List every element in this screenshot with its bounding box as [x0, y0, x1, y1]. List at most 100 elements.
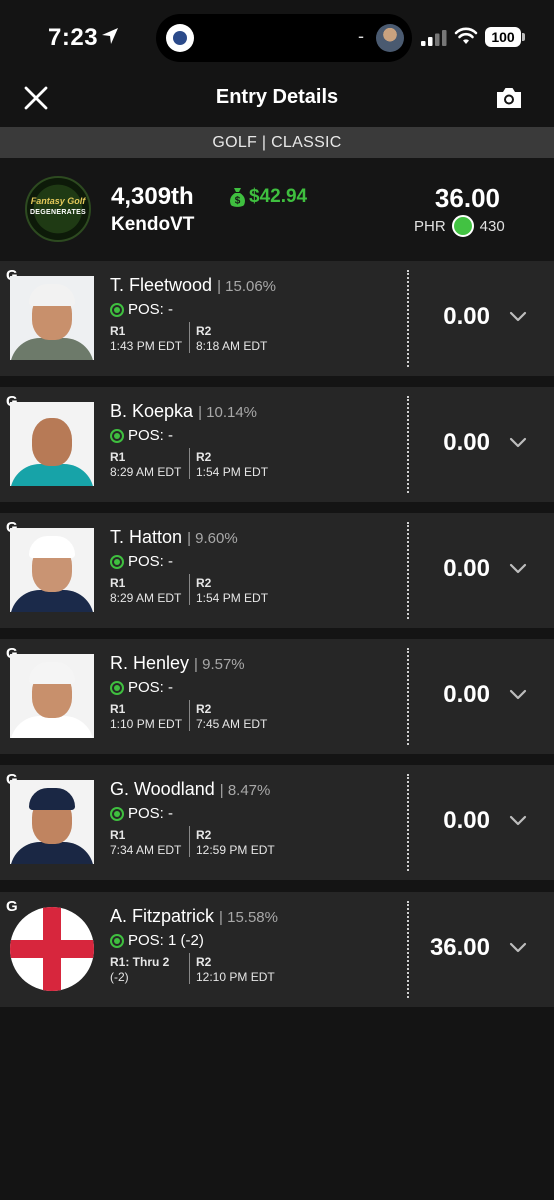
round-2-info: R2 7:45 AM EDT	[196, 702, 267, 732]
chevron-down-icon[interactable]	[509, 563, 527, 575]
battery-indicator: 100	[485, 27, 521, 47]
round-2-info: R2 12:59 PM EDT	[196, 828, 275, 858]
camera-icon[interactable]	[494, 84, 524, 112]
ownership-pct: | 9.57%	[194, 656, 245, 673]
score-divider	[407, 648, 409, 745]
chevron-down-icon[interactable]	[509, 437, 527, 449]
round-1-info: R1 8:29 AM EDT	[110, 450, 181, 480]
island-avatar	[376, 24, 404, 52]
player-photo	[10, 528, 94, 612]
round-divider	[189, 700, 190, 731]
player-score: 36.00	[429, 934, 490, 961]
prize-amount: $ $42.94	[229, 185, 307, 209]
live-status-icon	[110, 428, 124, 443]
round-2-time: 1:54 PM EDT	[196, 465, 269, 479]
round-2-info: R2 1:54 PM EDT	[196, 576, 268, 606]
phr-status-dot	[451, 215, 474, 237]
player-name-line: T. Fleetwood | 15.06%	[110, 275, 276, 296]
chevron-down-icon[interactable]	[509, 815, 527, 827]
player-row-5[interactable]: G G. Woodland | 8.47% POS: - R1 7:34 AM …	[0, 765, 554, 880]
dynamic-island[interactable]: -	[156, 14, 412, 62]
player-photo	[10, 402, 94, 486]
round-1-time: 1:43 PM EDT	[110, 339, 183, 353]
round-divider	[189, 448, 190, 479]
player-score: 0.00	[443, 429, 490, 456]
player-photo	[10, 276, 94, 360]
top-nav-bar: Entry Details	[0, 75, 554, 127]
live-status-icon	[110, 554, 124, 569]
player-row-4[interactable]: G R. Henley | 9.57% POS: - R1 1:10 PM ED…	[0, 639, 554, 754]
player-row-3[interactable]: G T. Hatton | 9.60% POS: - R1 8:29 AM ED…	[0, 513, 554, 628]
position-text: POS: -	[128, 679, 174, 696]
round-1-label: R1	[110, 828, 126, 842]
round-divider	[189, 826, 190, 857]
country-flag-england	[10, 907, 94, 991]
cellular-signal-icon	[421, 30, 447, 46]
score-divider	[407, 270, 409, 367]
page-title: Entry Details	[215, 86, 339, 108]
player-name-line: A. Fitzpatrick | 15.58%	[110, 906, 278, 927]
player-name: G. Woodland	[110, 779, 215, 799]
battery-tip	[522, 33, 525, 41]
position-text: POS: -	[128, 805, 174, 822]
player-position-status: POS: -	[110, 427, 173, 444]
total-points: 36.00	[434, 183, 500, 213]
player-score: 0.00	[443, 303, 490, 330]
round-1-label: R1	[110, 324, 126, 338]
player-row-6[interactable]: G A. Fitzpatrick | 15.58% POS: 1 (-2) R1…	[0, 892, 554, 1007]
status-time: 7:23	[48, 24, 99, 51]
player-position-status: POS: -	[110, 679, 173, 696]
round-divider	[189, 953, 190, 984]
round-2-label: R2	[196, 450, 212, 464]
round-2-time: 12:10 PM EDT	[196, 970, 275, 984]
chevron-down-icon[interactable]	[509, 942, 527, 954]
round-2-label: R2	[196, 324, 212, 338]
player-position-status: POS: -	[110, 301, 173, 318]
player-name-line: B. Koepka | 10.14%	[110, 401, 257, 422]
live-status-icon	[110, 680, 124, 695]
location-arrow-icon	[102, 28, 118, 44]
player-row-2[interactable]: G B. Koepka | 10.14% POS: - R1 8:29 AM E…	[0, 387, 554, 502]
player-position-status: POS: 1 (-2)	[110, 932, 204, 949]
round-2-label: R2	[196, 828, 212, 842]
round-1-time: 7:34 AM EDT	[110, 843, 182, 857]
player-name: B. Koepka	[110, 401, 194, 421]
score-divider	[407, 396, 409, 493]
username: KendoVT	[111, 214, 195, 235]
contest-type-banner: GOLF | CLASSIC	[0, 127, 554, 158]
position-text: POS: -	[128, 427, 174, 444]
live-status-icon	[110, 806, 124, 821]
phr-label: PHR	[414, 217, 446, 235]
round-2-time: 8:18 AM EDT	[196, 339, 268, 353]
money-bag-icon: $	[230, 188, 245, 207]
player-score: 0.00	[443, 681, 490, 708]
player-name: R. Henley	[110, 653, 190, 673]
live-status-icon	[110, 302, 124, 317]
round-divider	[189, 574, 190, 605]
round-2-info: R2 8:18 AM EDT	[196, 324, 267, 354]
round-2-info: R2 1:54 PM EDT	[196, 450, 268, 480]
score-divider	[407, 774, 409, 871]
live-status-icon	[110, 933, 124, 948]
ownership-pct: | 9.60%	[187, 530, 238, 547]
ownership-pct: | 15.58%	[219, 909, 278, 926]
chevron-down-icon[interactable]	[509, 311, 527, 323]
round-1-time: (-2)	[110, 970, 129, 984]
ownership-pct: | 10.14%	[198, 404, 258, 421]
round-1-time: 8:29 AM EDT	[110, 465, 182, 479]
round-1-info: R1: Thru 2 (-2)	[110, 955, 169, 985]
wifi-icon	[454, 27, 478, 44]
prize-text: $42.94	[249, 186, 308, 207]
player-position-status: POS: -	[110, 553, 173, 570]
round-2-info: R2 12:10 PM EDT	[196, 955, 275, 985]
round-1-label: R1	[110, 576, 126, 590]
player-photo	[10, 654, 94, 738]
chevron-down-icon[interactable]	[509, 689, 527, 701]
round-2-time: 7:45 AM EDT	[196, 717, 268, 731]
player-name: A. Fitzpatrick	[110, 906, 215, 926]
phr-value: 430	[479, 217, 505, 235]
round-2-label: R2	[196, 955, 212, 969]
round-1-info: R1 7:34 AM EDT	[110, 828, 181, 858]
round-1-label: R1: Thru 2	[110, 955, 170, 969]
player-row-1[interactable]: G T. Fleetwood | 15.06% POS: - R1 1:43 P…	[0, 261, 554, 376]
